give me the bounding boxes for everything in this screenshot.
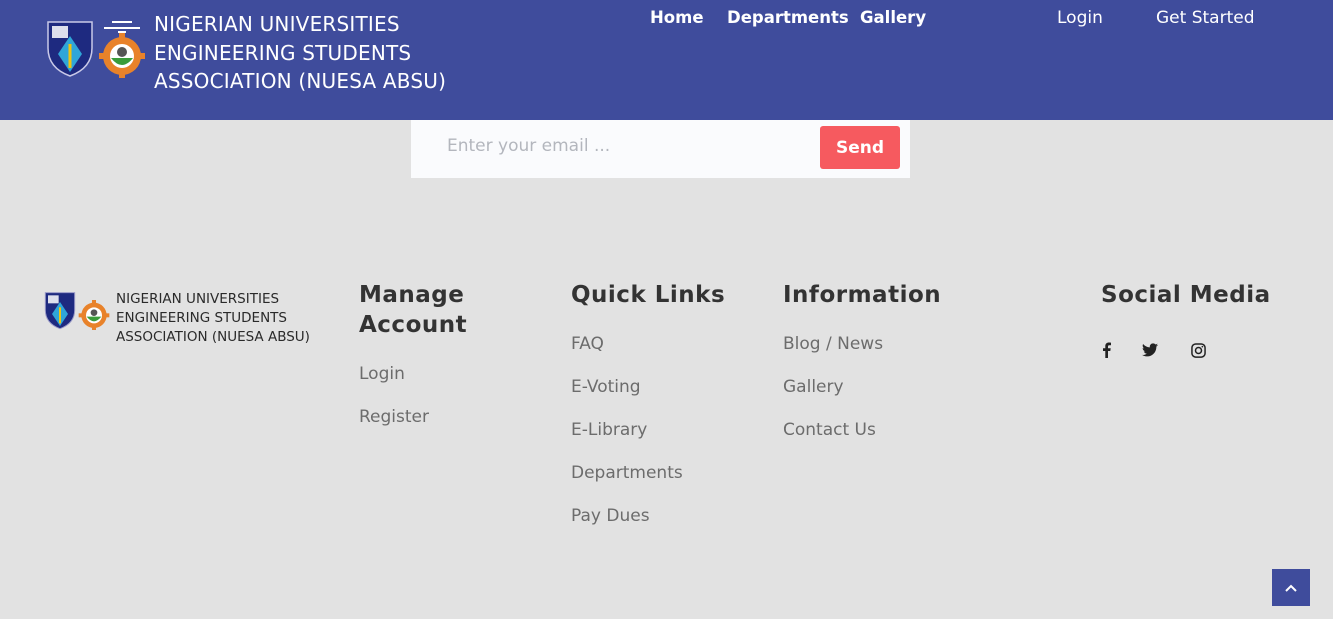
- list-item: Pay Dues: [571, 504, 725, 529]
- list-item: E-Voting: [571, 375, 725, 400]
- get-started-link[interactable]: Get Started: [1156, 8, 1254, 28]
- information-column: Information Blog / News Gallery Contact …: [783, 280, 941, 461]
- pay-dues-link[interactable]: Pay Dues: [571, 506, 650, 526]
- footer-brand[interactable]: NIGERIAN UNIVERSITIES ENGINEERING STUDEN…: [44, 290, 310, 347]
- newsletter-form: Send: [411, 120, 910, 178]
- gallery-link[interactable]: Gallery: [783, 377, 844, 397]
- e-voting-link[interactable]: E-Voting: [571, 377, 641, 397]
- list-item: Contact Us: [783, 418, 941, 443]
- send-button[interactable]: Send: [820, 126, 900, 169]
- faq-link[interactable]: FAQ: [571, 334, 604, 354]
- footer-login-link[interactable]: Login: [359, 364, 405, 384]
- manage-account-column: Manage Account Login Register: [359, 280, 539, 448]
- instagram-icon[interactable]: [1189, 338, 1207, 362]
- absu-crest-icon: [47, 21, 93, 77]
- manage-account-heading: Manage Account: [359, 282, 468, 338]
- facebook-icon[interactable]: [1101, 338, 1111, 362]
- absu-crest-icon: [44, 292, 76, 330]
- brand-name: NIGERIAN UNIVERSITIES ENGINEERING STUDEN…: [154, 12, 447, 93]
- information-list: Blog / News Gallery Contact Us: [783, 332, 941, 443]
- nav-home[interactable]: Home: [650, 8, 704, 27]
- social-icons: [1101, 338, 1271, 362]
- list-item: Departments: [571, 461, 725, 486]
- list-item: E-Library: [571, 418, 725, 443]
- brand[interactable]: NIGERIAN UNIVERSITIES ENGINEERING STUDEN…: [46, 10, 446, 96]
- quick-links-list: FAQ E-Voting E-Library Departments Pay D…: [571, 332, 725, 529]
- departments-link[interactable]: Departments: [571, 463, 683, 483]
- social-media-heading: Social Media: [1101, 282, 1271, 308]
- manage-account-list: Login Register: [359, 362, 539, 430]
- footer-register-link[interactable]: Register: [359, 407, 429, 427]
- list-item: FAQ: [571, 332, 725, 357]
- social-media-column: Social Media: [1101, 280, 1271, 362]
- nav-gallery[interactable]: Gallery: [860, 8, 926, 27]
- quick-links-column: Quick Links FAQ E-Voting E-Library Depar…: [571, 280, 725, 547]
- list-item: Register: [359, 405, 539, 430]
- site-header: NIGERIAN UNIVERSITIES ENGINEERING STUDEN…: [0, 0, 1333, 120]
- login-link[interactable]: Login: [1057, 8, 1103, 28]
- contact-us-link[interactable]: Contact Us: [783, 420, 876, 440]
- footer-brand-name: NIGERIAN UNIVERSITIES ENGINEERING STUDEN…: [116, 291, 310, 345]
- twitter-icon[interactable]: [1141, 338, 1159, 362]
- e-library-link[interactable]: E-Library: [571, 420, 647, 440]
- nav-departments[interactable]: Departments: [727, 8, 849, 27]
- list-item: Login: [359, 362, 539, 387]
- email-input[interactable]: [431, 128, 811, 164]
- back-to-top-button[interactable]: [1272, 569, 1310, 606]
- list-item: Blog / News: [783, 332, 941, 357]
- blog-news-link[interactable]: Blog / News: [783, 334, 883, 354]
- brand-logos: [46, 18, 146, 78]
- list-item: Gallery: [783, 375, 941, 400]
- quick-links-heading: Quick Links: [571, 282, 726, 308]
- nuesa-gear-logo-icon: [99, 21, 145, 78]
- nuesa-gear-logo-icon: [78, 300, 110, 330]
- information-heading: Information: [783, 282, 942, 308]
- chevron-up-icon: [1285, 584, 1297, 592]
